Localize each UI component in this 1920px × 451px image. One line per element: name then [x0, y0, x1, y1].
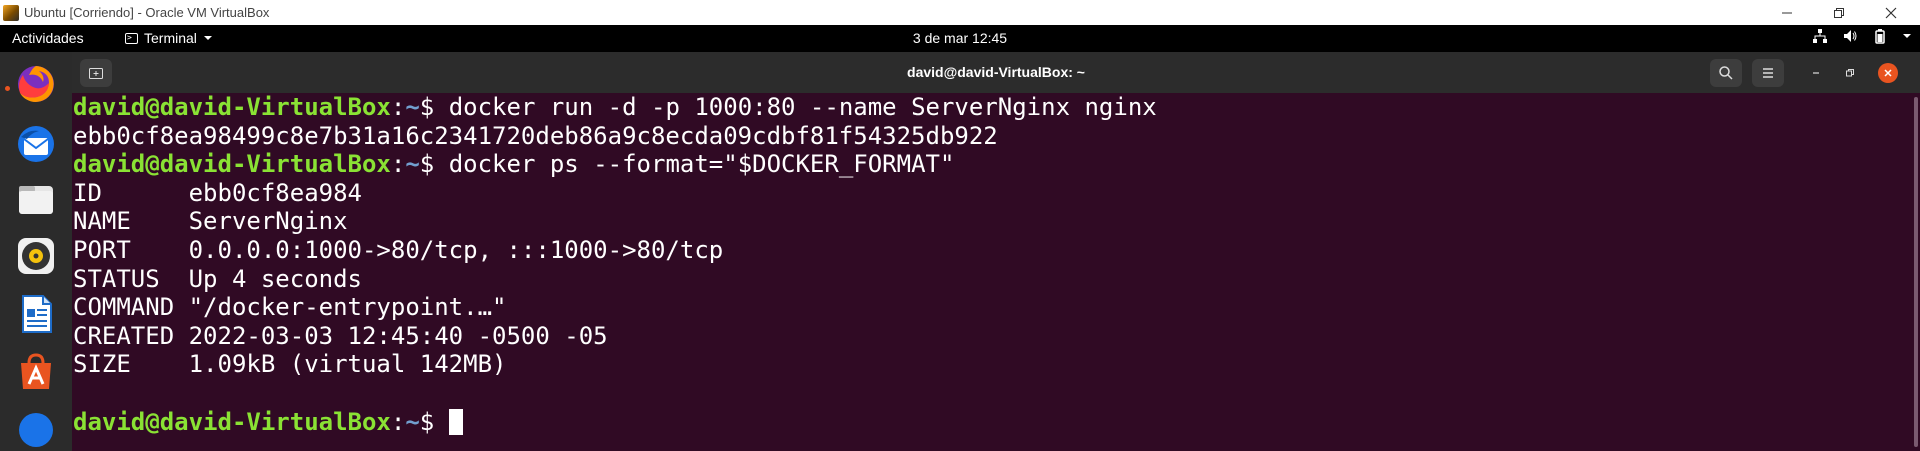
- libreoffice-writer-icon: [22, 295, 52, 333]
- chevron-down-icon: [203, 36, 212, 40]
- output-line: CREATED 2022-03-03 12:45:40 -0500 -05: [73, 321, 608, 350]
- minimize-icon: [1813, 72, 1819, 74]
- output-line: COMMAND "/docker-entrypoint.…": [73, 293, 507, 322]
- terminal-app-icon: >: [125, 32, 138, 44]
- terminal-headerbar: david@david-VirtualBox: ~: [72, 52, 1920, 93]
- software-center-icon: [21, 353, 51, 389]
- dock-item-software[interactable]: [14, 350, 58, 394]
- close-icon: [1885, 7, 1897, 18]
- terminal-lines: david@david-VirtualBox:~$ docker run -d …: [73, 93, 1157, 436]
- hamburger-menu-icon: [1763, 68, 1773, 78]
- prompt-line: david@david-VirtualBox:~$: [73, 408, 1157, 437]
- thunderbird-icon: [18, 126, 54, 162]
- activities-button[interactable]: Actividades: [12, 30, 84, 46]
- clock[interactable]: 3 de mar 12:45: [0, 30, 1920, 46]
- prompt-symbol: $: [419, 407, 449, 436]
- scrollbar-thumb[interactable]: [1914, 97, 1918, 447]
- terminal-maximize-button[interactable]: [1840, 63, 1860, 83]
- prompt-symbol: $: [419, 150, 449, 179]
- terminal-minimize-button[interactable]: [1806, 63, 1826, 83]
- text-cursor: [448, 408, 463, 435]
- prompt-separator: :: [390, 150, 406, 179]
- prompt-user: david@david-VirtualBox: [73, 150, 391, 179]
- running-indicator: [5, 86, 10, 91]
- output-line: PORT 0.0.0.0:1000->80/tcp, :::1000->80/t…: [73, 235, 724, 264]
- ubuntu-dock: [0, 52, 72, 451]
- command-text: docker run -d -p 1000:80 --name ServerNg…: [448, 93, 1157, 121]
- close-icon: [1884, 69, 1892, 77]
- firefox-icon: [18, 66, 54, 102]
- prompt-user: david@david-VirtualBox: [73, 407, 391, 436]
- terminal-window-title: david@david-VirtualBox: ~: [907, 64, 1085, 80]
- command-text: docker ps --format="$DOCKER_FORMAT": [448, 150, 955, 179]
- minimize-icon: [1782, 12, 1792, 13]
- dock-item-firefox[interactable]: [14, 62, 58, 106]
- virtualbox-icon: [3, 5, 19, 21]
- dock-item-thunderbird[interactable]: [14, 122, 58, 166]
- app-menu-terminal[interactable]: > Terminal: [125, 30, 213, 46]
- help-icon: [19, 413, 53, 447]
- output-line: NAME ServerNginx: [73, 207, 348, 236]
- terminal-close-button[interactable]: [1878, 63, 1898, 83]
- dock-item-help[interactable]: [14, 406, 58, 450]
- volume-icon: [1844, 30, 1857, 42]
- menu-button[interactable]: [1752, 59, 1784, 87]
- vbox-titlebar: Ubuntu [Corriendo] - Oracle VM VirtualBo…: [0, 0, 1920, 25]
- prompt-path: ~: [405, 93, 420, 121]
- gnome-top-bar: Actividades > Terminal 3 de mar 12:45: [0, 25, 1920, 52]
- system-tray[interactable]: [1812, 28, 1912, 44]
- files-icon: [19, 186, 53, 214]
- prompt-separator: :: [390, 407, 406, 436]
- restore-button[interactable]: [1816, 0, 1862, 25]
- prompt-line: david@david-VirtualBox:~$ docker run -d …: [73, 93, 1157, 122]
- output-line: SIZE 1.09kB (virtual 142MB): [73, 350, 507, 379]
- search-icon: [1719, 66, 1733, 80]
- output-line: ebb0cf8ea98499c8e7b31a16c2341720deb86a9c…: [73, 121, 998, 150]
- new-tab-icon: [89, 68, 103, 79]
- search-button[interactable]: [1710, 59, 1742, 87]
- chevron-down-icon: [1903, 34, 1911, 38]
- prompt-path: ~: [405, 407, 420, 436]
- rhythmbox-icon: [18, 238, 54, 274]
- dock-item-files[interactable]: [14, 178, 58, 222]
- restore-icon: [1846, 69, 1854, 77]
- prompt-user: david@david-VirtualBox: [73, 93, 391, 121]
- close-window-button[interactable]: [1868, 0, 1914, 25]
- output-line: ID ebb0cf8ea984: [73, 178, 362, 207]
- battery-icon: [1875, 29, 1885, 44]
- new-tab-button[interactable]: [80, 59, 112, 87]
- app-menu-label: Terminal: [144, 30, 197, 46]
- terminal-output[interactable]: david@david-VirtualBox:~$ docker run -d …: [72, 93, 1912, 451]
- network-icon: [1813, 29, 1827, 43]
- restore-icon: [1834, 7, 1844, 18]
- minimize-button[interactable]: [1764, 0, 1810, 25]
- prompt-separator: :: [390, 93, 406, 121]
- dock-item-writer[interactable]: [14, 292, 58, 336]
- prompt-symbol: $: [419, 93, 449, 121]
- output-line: STATUS Up 4 seconds: [73, 264, 362, 293]
- dock-item-rhythmbox[interactable]: [14, 234, 58, 278]
- prompt-line: david@david-VirtualBox:~$ docker ps --fo…: [73, 150, 1157, 179]
- prompt-path: ~: [405, 150, 420, 179]
- vbox-window-title: Ubuntu [Corriendo] - Oracle VM VirtualBo…: [24, 5, 270, 20]
- terminal-scrollbar[interactable]: [1912, 93, 1920, 451]
